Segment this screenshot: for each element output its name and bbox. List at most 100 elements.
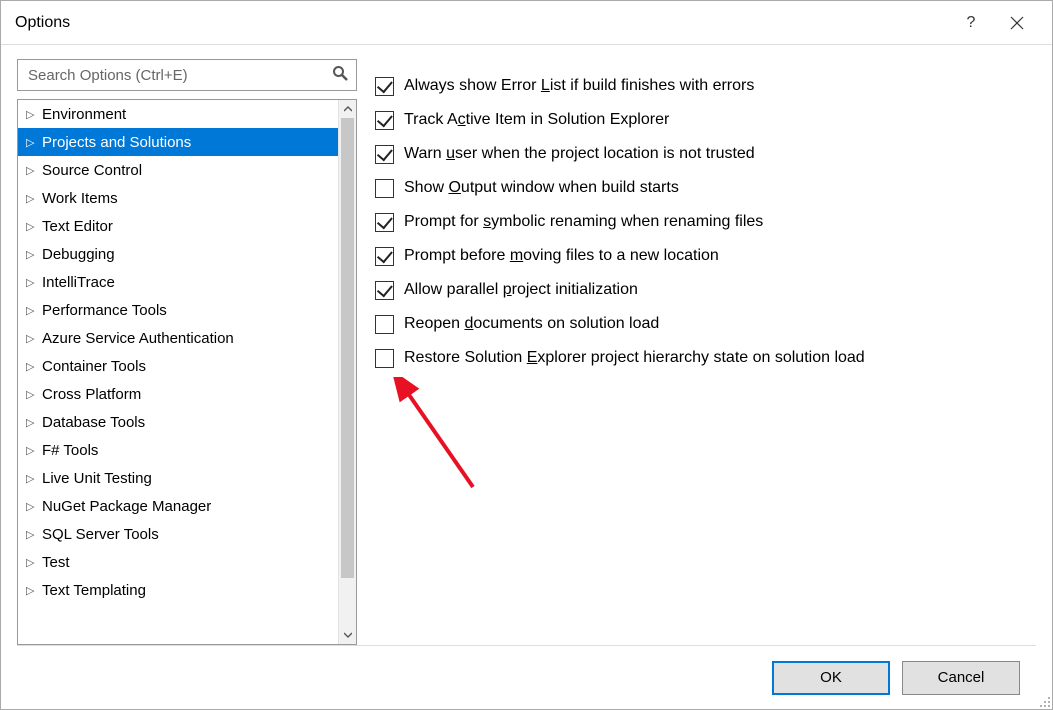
tree-item-label: Performance Tools [42,302,167,319]
scroll-down-icon[interactable] [339,626,356,644]
tree-expand-icon[interactable]: ▷ [26,444,36,457]
options-panel: Always show Error List if build finishes… [375,59,1036,645]
option-label[interactable]: Show Output window when build starts [404,179,679,197]
tree-item-label: F# Tools [42,442,98,459]
option-row: Restore Solution Explorer project hierar… [375,341,1036,375]
option-row: Allow parallel project initialization [375,273,1036,307]
ok-button[interactable]: OK [772,661,890,695]
search-box[interactable] [17,59,357,91]
tree-item-database-tools[interactable]: ▷ Database Tools [18,408,338,436]
tree-item-label: Environment [42,106,126,123]
tree-item-test[interactable]: ▷ Test [18,548,338,576]
checkbox[interactable] [375,213,394,232]
tree-item-projects-and-solutions[interactable]: ▷ Projects and Solutions [18,128,338,156]
tree-expand-icon[interactable]: ▷ [26,304,36,317]
tree-item-label: Text Editor [42,218,113,235]
checkbox[interactable] [375,111,394,130]
close-icon [1010,16,1024,30]
tree-item-live-unit-testing[interactable]: ▷ Live Unit Testing [18,464,338,492]
tree-item-label: Test [42,554,70,571]
option-label[interactable]: Warn user when the project location is n… [404,145,755,163]
tree-item-label: Container Tools [42,358,146,375]
tree-item-performance-tools[interactable]: ▷ Performance Tools [18,296,338,324]
tree-expand-icon[interactable]: ▷ [26,192,36,205]
window-title: Options [15,14,948,32]
scroll-up-icon[interactable] [339,100,356,118]
category-tree: ▷ Environment ▷ Projects and Solutions ▷ Sour… [17,99,357,645]
tree-item-label: Cross Platform [42,386,141,403]
option-row: Track Active Item in Solution Explorer [375,103,1036,137]
option-row: Prompt before moving files to a new loca… [375,239,1036,273]
tree-item-text-templating[interactable]: ▷ Text Templating [18,576,338,604]
tree-expand-icon[interactable]: ▷ [26,276,36,289]
scroll-thumb[interactable] [341,118,354,578]
option-label[interactable]: Prompt before moving files to a new loca… [404,247,719,265]
tree-item-azure-service-authentication[interactable]: ▷ Azure Service Authentication [18,324,338,352]
tree-scrollbar[interactable] [338,100,356,644]
tree-expand-icon[interactable]: ▷ [26,332,36,345]
tree-item-label: NuGet Package Manager [42,498,211,515]
resize-grip-icon[interactable] [1037,694,1051,708]
tree-item-text-editor[interactable]: ▷ Text Editor [18,212,338,240]
tree-item-label: Azure Service Authentication [42,330,234,347]
left-panel: ▷ Environment ▷ Projects and Solutions ▷ Sour… [17,59,357,645]
option-label[interactable]: Track Active Item in Solution Explorer [404,111,669,129]
tree-item-environment[interactable]: ▷ Environment [18,100,338,128]
cancel-button[interactable]: Cancel [902,661,1020,695]
checkbox[interactable] [375,179,394,198]
option-label[interactable]: Reopen documents on solution load [404,315,659,333]
tree-item-cross-platform[interactable]: ▷ Cross Platform [18,380,338,408]
option-row: Always show Error List if build finishes… [375,69,1036,103]
tree-expand-icon[interactable]: ▷ [26,472,36,485]
tree-item-label: Source Control [42,162,142,179]
search-icon [330,65,350,85]
option-label[interactable]: Allow parallel project initialization [404,281,638,299]
tree-item-nuget-package-manager[interactable]: ▷ NuGet Package Manager [18,492,338,520]
option-label[interactable]: Restore Solution Explorer project hierar… [404,349,865,367]
close-button[interactable] [994,1,1040,45]
tree-expand-icon[interactable]: ▷ [26,220,36,233]
option-row: Reopen documents on solution load [375,307,1036,341]
tree-item-label: Database Tools [42,414,145,431]
dialog-footer: OK Cancel [17,645,1036,709]
tree-item-sql-server-tools[interactable]: ▷ SQL Server Tools [18,520,338,548]
checkbox[interactable] [375,315,394,334]
tree-expand-icon[interactable]: ▷ [26,528,36,541]
tree-expand-icon[interactable]: ▷ [26,556,36,569]
option-row: Warn user when the project location is n… [375,137,1036,171]
search-input[interactable] [26,66,330,85]
tree-expand-icon[interactable]: ▷ [26,164,36,177]
tree-item-debugging[interactable]: ▷ Debugging [18,240,338,268]
option-row: Prompt for symbolic renaming when renami… [375,205,1036,239]
tree-item-intellitrace[interactable]: ▷ IntelliTrace [18,268,338,296]
help-button[interactable]: ? [948,1,994,45]
checkbox[interactable] [375,247,394,266]
tree-expand-icon[interactable]: ▷ [26,584,36,597]
tree-expand-icon[interactable]: ▷ [26,360,36,373]
tree-expand-icon[interactable]: ▷ [26,136,36,149]
checkbox[interactable] [375,281,394,300]
tree-item-label: Live Unit Testing [42,470,152,487]
tree-item-work-items[interactable]: ▷Work Items [18,184,338,212]
checkbox[interactable] [375,77,394,96]
checkbox[interactable] [375,349,394,368]
tree-item-container-tools[interactable]: ▷ Container Tools [18,352,338,380]
option-label[interactable]: Always show Error List if build finishes… [404,77,754,95]
tree-expand-icon[interactable]: ▷ [26,500,36,513]
tree-item-label: Projects and Solutions [42,134,191,151]
tree-item-label: IntelliTrace [42,274,115,291]
option-label[interactable]: Prompt for symbolic renaming when renami… [404,213,763,231]
tree-item-f-tools[interactable]: ▷ F# Tools [18,436,338,464]
tree-item-label: Text Templating [42,582,146,599]
tree-expand-icon[interactable]: ▷ [26,108,36,121]
annotation-arrow-icon [393,377,483,497]
tree-expand-icon[interactable]: ▷ [26,248,36,261]
option-row: Show Output window when build starts [375,171,1036,205]
tree-item-label: Debugging [42,246,115,263]
dialog-content: ▷ Environment ▷ Projects and Solutions ▷ Sour… [1,45,1052,645]
checkbox[interactable] [375,145,394,164]
tree-item-label: SQL Server Tools [42,526,159,543]
tree-expand-icon[interactable]: ▷ [26,388,36,401]
tree-expand-icon[interactable]: ▷ [26,416,36,429]
tree-item-source-control[interactable]: ▷ Source Control [18,156,338,184]
